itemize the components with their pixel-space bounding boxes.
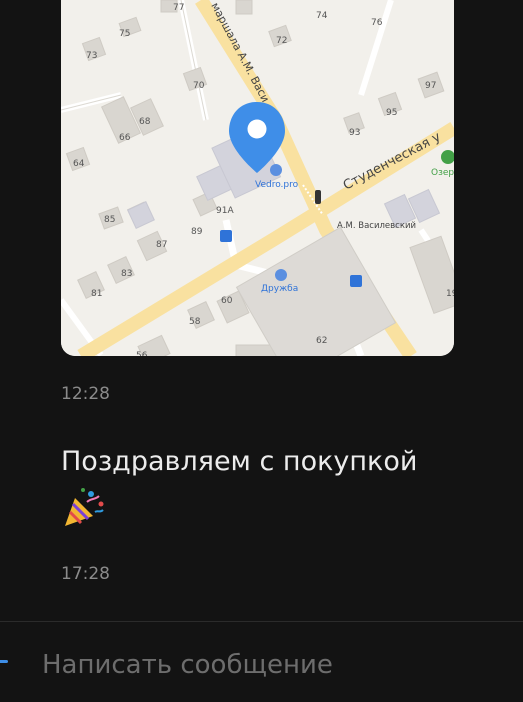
svg-text:81: 81 [91, 289, 102, 299]
svg-text:64: 64 [73, 159, 85, 169]
svg-text:76: 76 [371, 18, 383, 28]
chat-message-list: 77 74 76 75 73 72 70 97 68 66 95 93 64 8… [0, 0, 523, 620]
party-popper-icon [61, 486, 105, 530]
svg-text:83: 83 [121, 269, 132, 279]
svg-text:19: 19 [446, 289, 454, 299]
composer-accent-indicator [0, 660, 8, 663]
svg-text:66: 66 [119, 133, 131, 143]
svg-text:87: 87 [156, 240, 167, 250]
svg-text:89: 89 [191, 227, 203, 237]
message-time: 12:28 [61, 384, 110, 404]
svg-text:62: 62 [316, 336, 327, 346]
svg-text:60: 60 [221, 296, 233, 306]
svg-text:68: 68 [139, 117, 151, 127]
svg-text:85: 85 [104, 215, 115, 225]
svg-text:91A: 91A [216, 206, 234, 216]
svg-text:95: 95 [386, 108, 397, 118]
svg-text:75: 75 [119, 29, 130, 39]
svg-text:93: 93 [349, 128, 360, 138]
poi-vedro: Vedro.pro [255, 180, 299, 190]
message-text: Поздравляем с покупкой [61, 446, 418, 477]
house-77: 77 [173, 3, 184, 13]
poi-druzhba: Дружба [261, 284, 298, 294]
poi-monument: А.М. Василевский [337, 221, 416, 231]
svg-text:58: 58 [189, 317, 201, 327]
svg-text:97: 97 [425, 81, 436, 91]
message-composer [0, 621, 523, 702]
svg-text:70: 70 [193, 81, 205, 91]
location-map-preview[interactable]: 77 74 76 75 73 72 70 97 68 66 95 93 64 8… [61, 0, 454, 356]
svg-text:74: 74 [316, 11, 328, 21]
message-input[interactable] [40, 646, 484, 684]
svg-text:73: 73 [86, 51, 97, 61]
message-time: 17:28 [61, 564, 110, 584]
svg-text:72: 72 [276, 36, 287, 46]
map-image: 77 74 76 75 73 72 70 97 68 66 95 93 64 8… [61, 0, 454, 356]
svg-text:56: 56 [136, 351, 148, 356]
poi-lake: Озер [431, 168, 454, 178]
